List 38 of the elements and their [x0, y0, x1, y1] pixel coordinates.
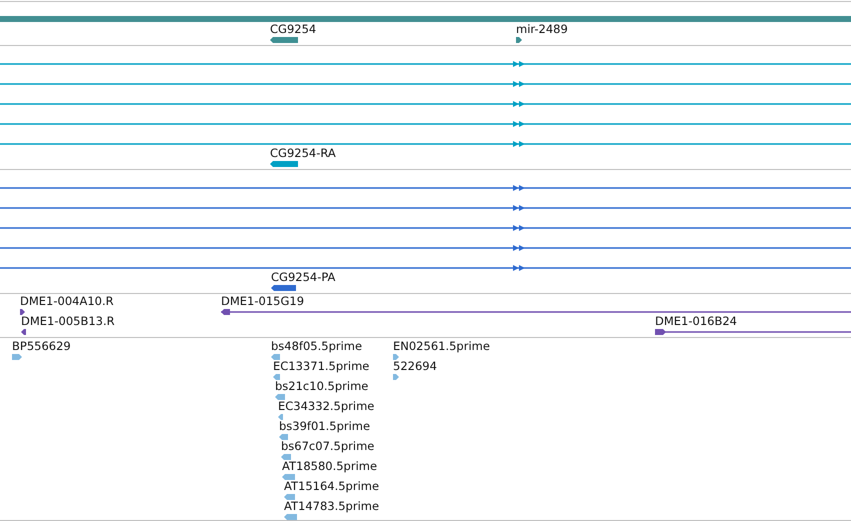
transcript-line[interactable] — [0, 140, 851, 148]
transcript-line[interactable] — [0, 80, 851, 88]
feature-arrow-icon[interactable] — [21, 329, 26, 335]
transcript-line[interactable] — [0, 184, 851, 192]
transcript-line[interactable] — [0, 120, 851, 128]
transcript-line[interactable] — [0, 100, 851, 108]
feature-arrow-icon[interactable] — [516, 37, 522, 43]
feature-label: AT18580.5prime — [282, 460, 378, 473]
feature-label: CG9254 — [270, 23, 316, 36]
feature-arrow-icon[interactable] — [270, 161, 298, 167]
transcript-line[interactable] — [0, 264, 851, 272]
feature-label: mir-2489 — [516, 23, 568, 36]
feature-label: DME1-015G19 — [221, 295, 304, 308]
transcript-line[interactable] — [0, 244, 851, 252]
feature-label: bs67c07.5prime — [281, 440, 374, 453]
transcript-line[interactable] — [0, 60, 851, 68]
feature-label: EN02561.5prime — [393, 340, 490, 353]
feature-label: bs48f05.5prime — [271, 340, 362, 353]
feature-arrow-icon[interactable] — [20, 309, 25, 315]
feature-label: EC13371.5prime — [273, 360, 370, 373]
feature-label: bs39f01.5prime — [279, 420, 370, 433]
transcript-line[interactable] — [0, 224, 851, 232]
feature-label: DME1-004A10.R — [20, 295, 114, 308]
feature-label: EC34332.5prime — [278, 400, 374, 413]
feature-label: bs21c10.5prime — [275, 380, 368, 393]
feature-label: AT15164.5prime — [284, 480, 380, 493]
feature-label: DME1-016B24 — [655, 315, 737, 328]
feature-arrow-icon[interactable] — [271, 285, 296, 291]
feature-label: AT14783.5prime — [284, 500, 380, 513]
feature-label: CG9254-PA — [271, 271, 336, 284]
feature-arrow-icon[interactable] — [270, 37, 298, 43]
feature-label: DME1-005B13.R — [21, 315, 115, 328]
feature-span-line[interactable] — [655, 329, 851, 335]
feature-span-line[interactable] — [221, 309, 851, 315]
transcript-line[interactable] — [0, 204, 851, 212]
feature-label: 522694 — [393, 360, 437, 373]
feature-label: CG9254-RA — [270, 147, 336, 160]
feature-label: BP556629 — [12, 340, 71, 353]
